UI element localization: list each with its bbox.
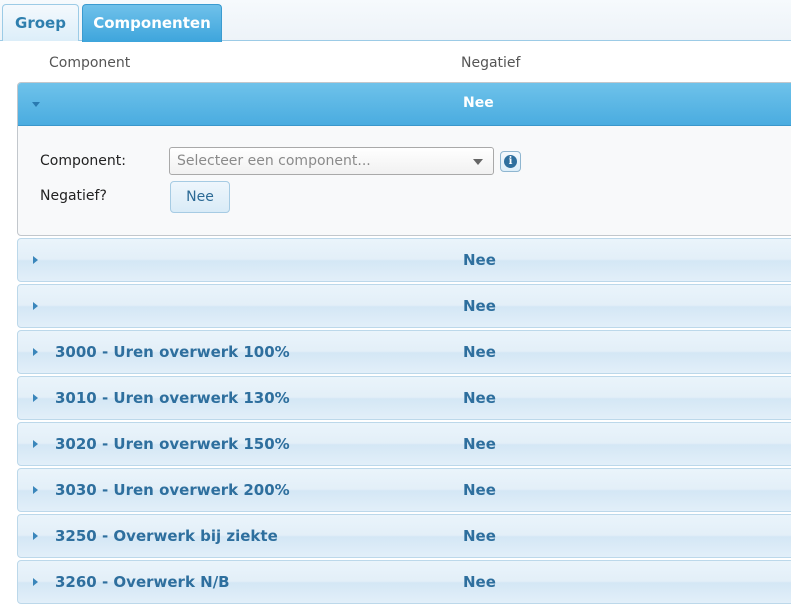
component-select-placeholder: Selecteer een component... bbox=[177, 153, 371, 169]
row-component-label: 3000 - Uren overwerk 100% bbox=[55, 343, 290, 361]
component-select[interactable]: Selecteer een component... bbox=[169, 147, 494, 175]
row-negatief-value: Nee bbox=[463, 527, 496, 545]
chevron-right-icon[interactable] bbox=[33, 578, 38, 586]
list-item[interactable]: 3030 - Uren overwerk 200% Nee bbox=[17, 468, 791, 512]
negatief-toggle-button[interactable]: Nee bbox=[170, 181, 230, 213]
tab-bar: Groep Componenten bbox=[0, 0, 791, 42]
list-item[interactable]: 3250 - Overwerk bij ziekte Nee bbox=[17, 514, 791, 558]
tab-groep[interactable]: Groep bbox=[2, 4, 79, 41]
component-label: Component: bbox=[40, 153, 126, 169]
chevron-right-icon[interactable] bbox=[33, 486, 38, 494]
tab-componenten[interactable]: Componenten bbox=[82, 4, 222, 42]
expanded-row-header[interactable]: Nee bbox=[18, 83, 791, 126]
negatief-label: Negatief? bbox=[40, 188, 107, 204]
info-button[interactable]: i bbox=[500, 151, 521, 172]
row-negatief-value: Nee bbox=[463, 481, 496, 499]
row-negatief-value: Nee bbox=[463, 435, 496, 453]
chevron-right-icon[interactable] bbox=[33, 532, 38, 540]
row-negatief-value: Nee bbox=[463, 573, 496, 591]
list-item[interactable]: 3020 - Uren overwerk 150% Nee bbox=[17, 422, 791, 466]
list-item[interactable]: 3000 - Uren overwerk 100% Nee bbox=[17, 330, 791, 374]
list-item[interactable]: Nee bbox=[17, 284, 791, 328]
chevron-right-icon[interactable] bbox=[33, 256, 38, 264]
column-header-component: Component bbox=[49, 55, 131, 71]
chevron-right-icon[interactable] bbox=[33, 440, 38, 448]
expanded-row-negatief: Nee bbox=[463, 95, 494, 111]
expanded-row: Nee Component: Selecteer een component..… bbox=[17, 82, 791, 236]
row-negatief-value: Nee bbox=[463, 251, 496, 269]
list-item[interactable]: 3010 - Uren overwerk 130% Nee bbox=[17, 376, 791, 420]
chevron-right-icon[interactable] bbox=[33, 348, 38, 356]
caret-down-icon[interactable] bbox=[473, 159, 483, 165]
info-icon: i bbox=[504, 155, 517, 168]
row-component-label: 3250 - Overwerk bij ziekte bbox=[55, 527, 278, 545]
list-item[interactable]: Nee bbox=[17, 238, 791, 282]
chevron-right-icon[interactable] bbox=[33, 394, 38, 402]
row-component-label: 3260 - Overwerk N/B bbox=[55, 573, 230, 591]
row-negatief-value: Nee bbox=[463, 343, 496, 361]
chevron-down-icon[interactable] bbox=[32, 102, 40, 107]
row-component-label: 3010 - Uren overwerk 130% bbox=[55, 389, 290, 407]
row-negatief-value: Nee bbox=[463, 297, 496, 315]
row-component-label: 3030 - Uren overwerk 200% bbox=[55, 481, 290, 499]
list-item[interactable]: 3260 - Overwerk N/B Nee bbox=[17, 560, 791, 604]
column-header-negatief: Negatief bbox=[461, 55, 521, 71]
row-negatief-value: Nee bbox=[463, 389, 496, 407]
chevron-right-icon[interactable] bbox=[33, 302, 38, 310]
row-component-label: 3020 - Uren overwerk 150% bbox=[55, 435, 290, 453]
